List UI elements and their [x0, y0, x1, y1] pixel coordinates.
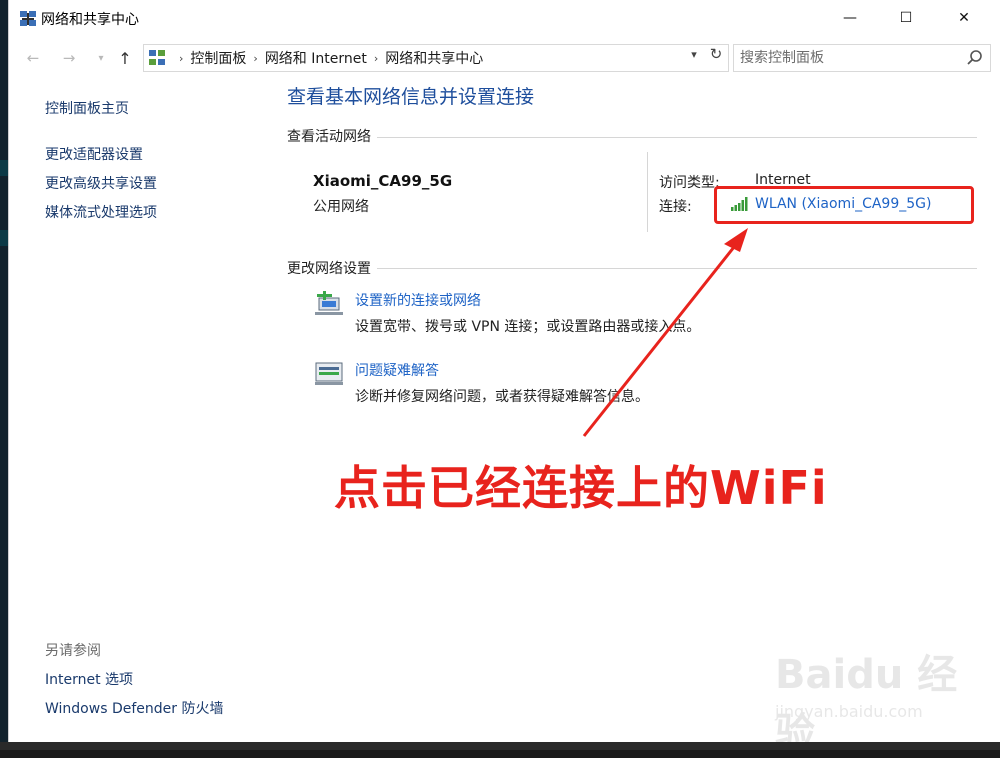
search-box[interactable]: [733, 44, 991, 72]
defender-firewall-link[interactable]: Windows Defender 防火墙: [45, 698, 223, 718]
troubleshoot-icon[interactable]: [313, 360, 345, 388]
desktop-fragment: [0, 230, 8, 246]
watermark-logo: Baidu 经验: [775, 652, 958, 756]
network-setup-icon[interactable]: [313, 290, 345, 318]
minimize-button[interactable]: —: [827, 0, 873, 36]
back-arrow-icon[interactable]: ←: [21, 46, 45, 70]
desktop-fragment: [0, 160, 8, 176]
baidu-watermark: Baidu 经验 jingyan.baidu.com: [769, 640, 989, 756]
see-also-heading: 另请参阅: [45, 643, 101, 659]
section-divider: [287, 268, 977, 269]
breadcrumb-network-sharing-center[interactable]: 网络和共享中心: [385, 48, 483, 68]
network-center-icon: [20, 11, 36, 26]
sidebar-item-adapter-settings[interactable]: 更改适配器设置: [45, 144, 143, 164]
sidebar-item-advanced-sharing[interactable]: 更改高级共享设置: [45, 173, 157, 193]
chevron-right-icon[interactable]: ›: [253, 52, 257, 65]
window-title: 网络和共享中心: [41, 12, 139, 28]
up-arrow-icon[interactable]: ↑: [113, 46, 137, 70]
search-icon[interactable]: [966, 49, 984, 67]
left-navigation-pane: 控制面板主页 更改适配器设置 更改高级共享设置 媒体流式处理选项 另请参阅 In…: [9, 80, 277, 742]
search-input[interactable]: [740, 48, 960, 68]
page-title: 查看基本网络信息并设置连接: [287, 86, 535, 108]
refresh-icon[interactable]: ↻: [705, 43, 727, 65]
internet-options-link[interactable]: Internet 选项: [45, 669, 133, 689]
setup-connection-link[interactable]: 设置新的连接或网络: [355, 290, 481, 310]
network-type: 公用网络: [313, 199, 369, 215]
vertical-divider: [647, 152, 648, 232]
address-bar[interactable]: › 控制面板 › 网络和 Internet › 网络和共享中心: [143, 44, 729, 72]
chevron-right-icon: ›: [179, 51, 184, 65]
forward-arrow-icon[interactable]: →: [57, 46, 81, 70]
watermark-url: jingyan.baidu.com: [775, 702, 923, 721]
change-settings-heading: 更改网络设置: [287, 258, 377, 278]
breadcrumb-control-panel[interactable]: 控制面板: [190, 48, 246, 68]
troubleshoot-desc: 诊断并修复网络问题，或者获得疑难解答信息。: [355, 389, 649, 405]
recent-locations-chevron-icon[interactable]: ▾: [89, 46, 113, 70]
section-divider: [287, 137, 977, 138]
annotation-text: 点击已经连接上的WiFi: [334, 461, 828, 515]
desktop-background: [0, 0, 8, 750]
troubleshoot-link[interactable]: 问题疑难解答: [355, 360, 439, 380]
navigation-bar: ← → ▾ ↑ › 控制面板 › 网络和 Internet › 网络和共享中心 …: [9, 40, 1000, 76]
active-networks-heading: 查看活动网络: [287, 126, 377, 146]
connection-label: 连接:: [659, 199, 692, 215]
control-panel-icon: [149, 50, 165, 65]
maximize-button[interactable]: ☐: [883, 0, 929, 36]
control-panel-home-link[interactable]: 控制面板主页: [45, 98, 129, 118]
title-bar: 网络和共享中心 — ☐ ✕: [9, 0, 1000, 36]
annotation-highlight-box: [714, 186, 974, 224]
close-button[interactable]: ✕: [941, 0, 987, 36]
setup-connection-desc: 设置宽带、拨号或 VPN 连接；或设置路由器或接入点。: [355, 319, 701, 335]
chevron-right-icon[interactable]: ›: [374, 52, 378, 65]
address-dropdown-chevron-icon[interactable]: ▾: [685, 44, 703, 64]
control-panel-window: 网络和共享中心 — ☐ ✕ ← → ▾ ↑ › 控制面板 › 网络和 Inter…: [8, 0, 1000, 756]
network-name: Xiaomi_CA99_5G: [313, 172, 453, 190]
sidebar-item-media-streaming[interactable]: 媒体流式处理选项: [45, 202, 157, 222]
access-type-label: 访问类型:: [659, 175, 720, 191]
taskbar-edge: [0, 742, 1000, 750]
breadcrumb-network-internet[interactable]: 网络和 Internet: [265, 48, 367, 68]
